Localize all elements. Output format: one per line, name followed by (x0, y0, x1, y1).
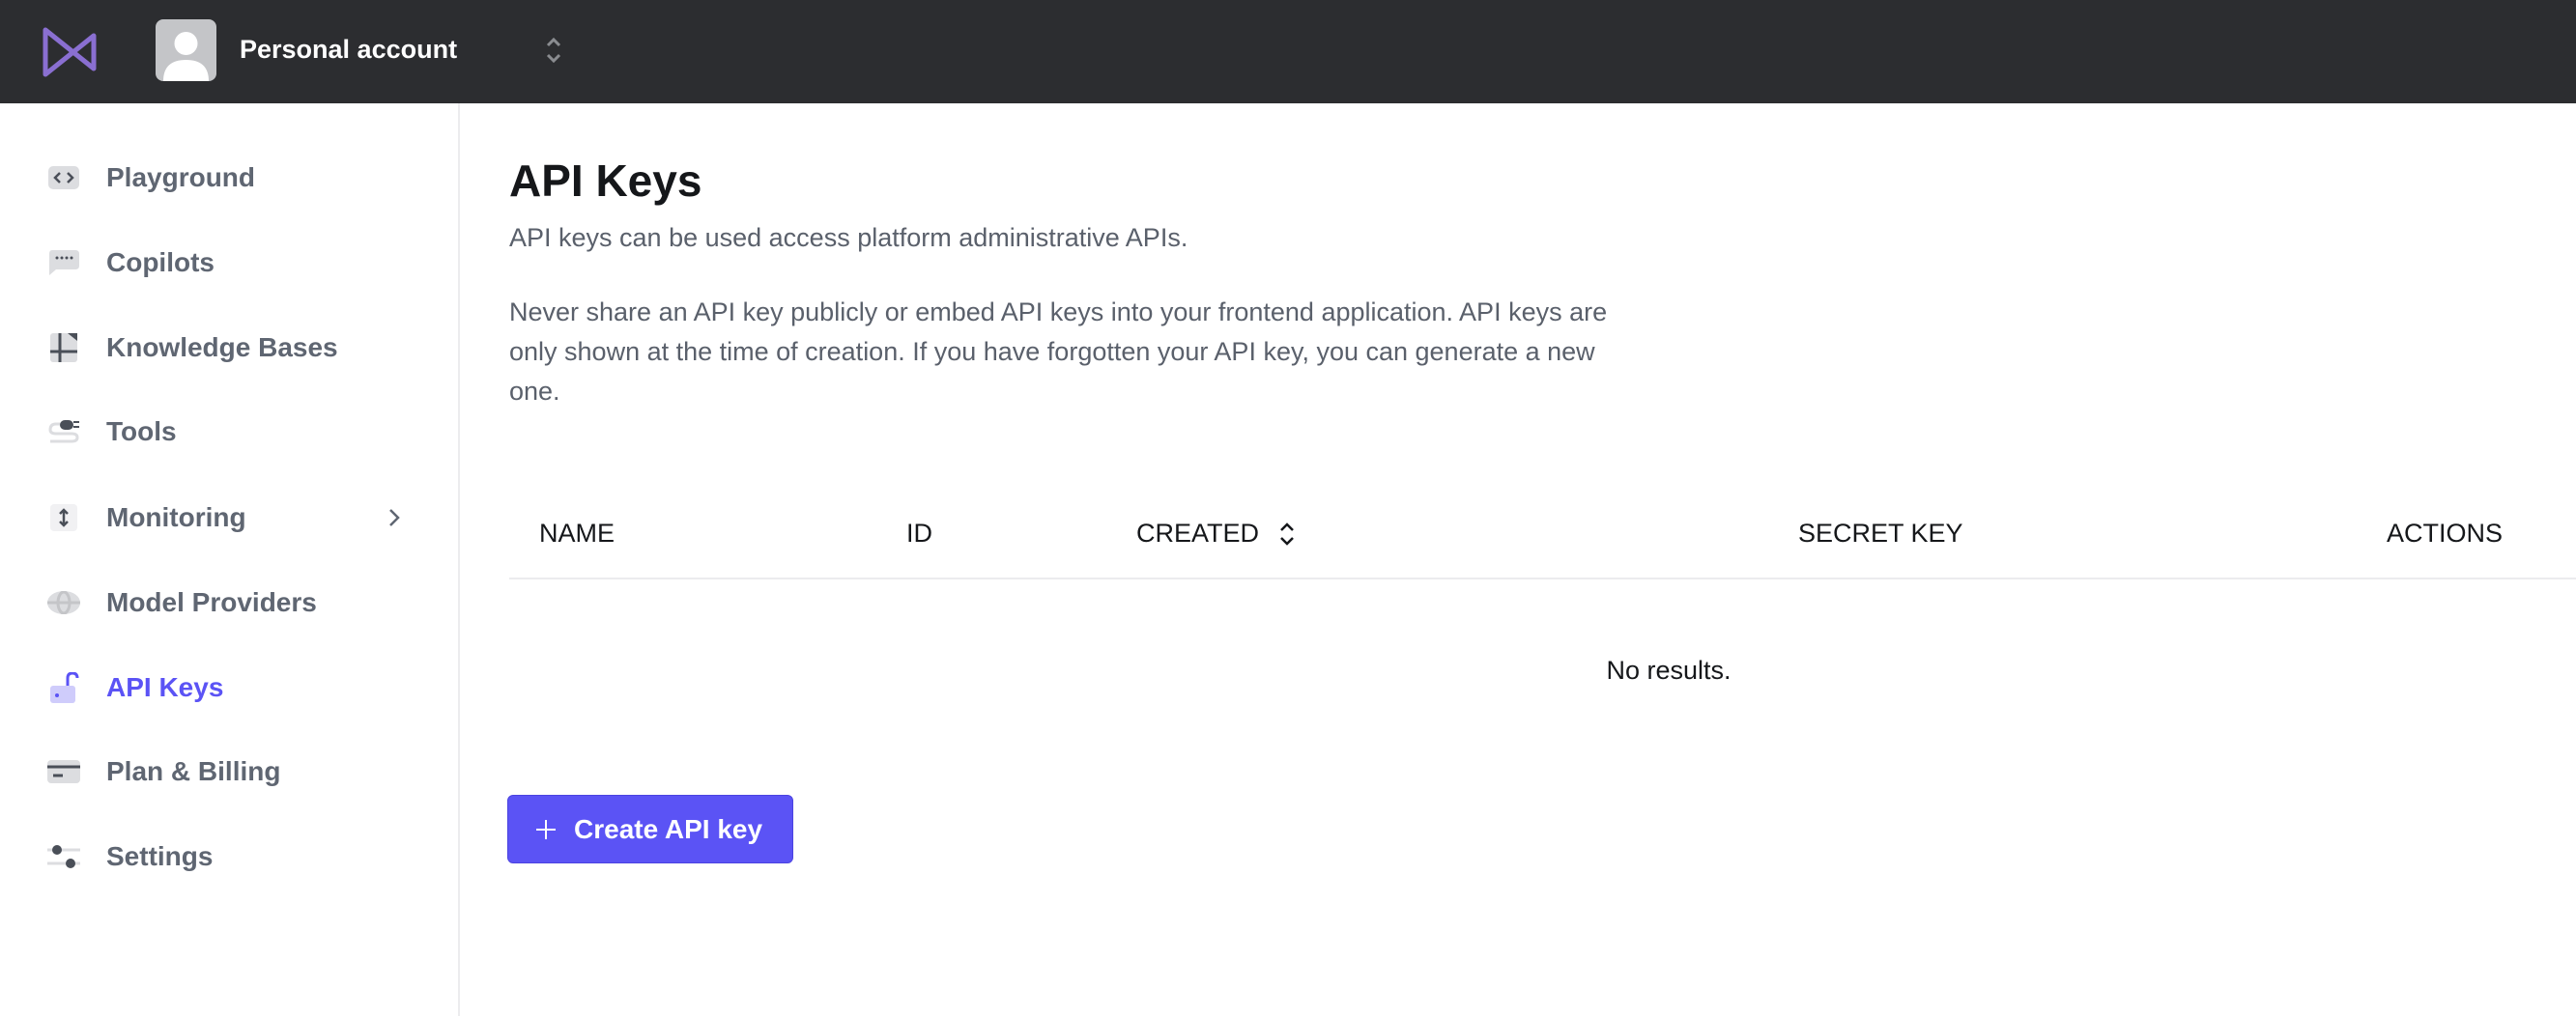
sliders-icon (46, 839, 81, 874)
arrows-icon (46, 500, 81, 535)
logo-icon[interactable] (43, 27, 97, 77)
page-subtitle: API keys can be used access platform adm… (509, 223, 1188, 252)
table-divider (509, 578, 2576, 579)
sidebar-item-knowledge-bases[interactable]: Knowledge Bases (0, 314, 458, 381)
avatar[interactable] (156, 19, 216, 81)
sidebar: Playground Copilots Knowledge Bases Tool… (0, 103, 460, 1016)
chat-icon (46, 245, 81, 280)
column-header-actions: ACTIONS (2387, 519, 2504, 548)
column-header-id: ID (906, 519, 932, 548)
plug-icon (46, 414, 81, 449)
globe-icon (46, 585, 81, 620)
create-api-key-label: Create API key (574, 813, 763, 844)
lock-open-icon (46, 670, 81, 705)
page-description: Never share an API key publicly or embed… (509, 297, 1608, 406)
sidebar-item-model-providers[interactable]: Model Providers (0, 569, 458, 636)
empty-state: No results. (1606, 656, 1732, 685)
account-name[interactable]: Personal account (240, 35, 457, 65)
user-icon (163, 32, 209, 81)
column-header-name: NAME (539, 519, 615, 548)
chevron-right-icon[interactable] (385, 506, 404, 529)
sidebar-item-monitoring[interactable]: Monitoring (0, 484, 458, 551)
book-icon (46, 330, 81, 365)
column-header-created[interactable]: CREATED (1136, 519, 1296, 549)
code-icon (46, 160, 81, 195)
column-header-secret-key: SECRET KEY (1798, 519, 1963, 548)
top-bar: Personal account (0, 0, 2576, 103)
sidebar-item-copilots[interactable]: Copilots (0, 229, 458, 296)
chevron-up-down-icon[interactable] (543, 33, 564, 68)
sidebar-item-plan-billing[interactable]: Plan & Billing (0, 738, 458, 805)
plus-icon (536, 819, 556, 839)
credit-card-icon (46, 754, 81, 789)
sidebar-item-settings[interactable]: Settings (0, 823, 458, 890)
sort-icon[interactable] (1278, 521, 1296, 548)
column-header-created-label: CREATED (1136, 519, 1260, 548)
sidebar-item-tools[interactable]: Tools (0, 398, 458, 466)
page-title: API Keys (509, 155, 702, 206)
sidebar-item-api-keys[interactable]: API Keys (0, 654, 458, 721)
sidebar-item-playground[interactable]: Playground (0, 144, 458, 212)
create-api-key-button[interactable]: Create API key (507, 795, 793, 863)
